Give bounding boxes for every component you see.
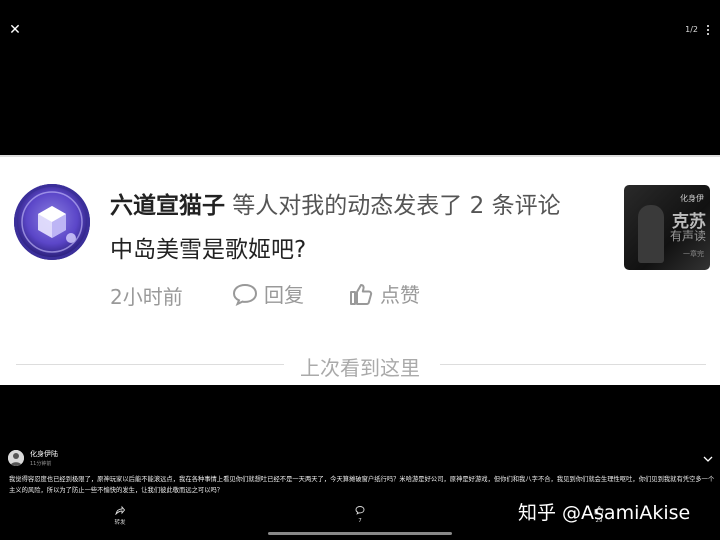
close-button[interactable]: ✕ <box>6 21 24 39</box>
more-options-button[interactable] <box>702 21 714 39</box>
collapse-button[interactable] <box>702 450 714 462</box>
post-body: 我觉得容忍度也已经到极限了，原神玩家以后能不能滚远点，我在各种事情上看见你们就想… <box>9 476 715 494</box>
last-seen-label: 上次看到这里 <box>300 356 420 380</box>
comment-count: 7 <box>358 518 362 524</box>
post-thumbnail[interactable]: 化身伊 克苏 有声读 一章完 <box>624 185 710 270</box>
share-label: 转发 <box>114 520 126 526</box>
notification-comment[interactable]: 中岛美雪是歌姬吧? <box>110 230 306 264</box>
figure-silhouette <box>638 205 664 263</box>
share-button[interactable]: 转发 <box>112 505 128 526</box>
author-avatar[interactable] <box>8 450 24 466</box>
comment-bubble-icon <box>232 283 258 306</box>
author-name[interactable]: 化身伊陆 <box>30 449 58 459</box>
comment-button[interactable]: 7 <box>352 505 368 524</box>
home-indicator[interactable] <box>268 532 452 535</box>
share-icon <box>112 505 128 518</box>
comment-icon <box>352 505 368 518</box>
reply-button[interactable]: 回复 <box>232 279 304 308</box>
watermark: 知乎 @AsamiAkise <box>518 502 691 524</box>
thumbnail-caption: 一章完 <box>683 250 704 258</box>
notification-user-name[interactable]: 六道宣猫子 <box>110 193 225 219</box>
thumbnail-text: 化身伊 <box>680 194 704 203</box>
notification-time: 2小时前 <box>110 285 183 309</box>
chevron-down-icon <box>703 456 713 462</box>
thumbs-up-icon <box>350 283 373 305</box>
more-vertical-icon <box>707 25 709 27</box>
like-button[interactable]: 点赞 <box>348 279 420 308</box>
post-time: 11分钟前 <box>30 461 52 467</box>
close-icon: ✕ <box>9 22 21 38</box>
like-label: 点赞 <box>380 283 420 307</box>
notification-summary: 六道宣猫子 等人对我的动态发表了 2 条评论 <box>110 186 561 220</box>
notification-avatar <box>14 184 90 260</box>
page-counter: 1/2 <box>685 25 698 34</box>
reply-label: 回复 <box>264 283 304 307</box>
thumbnail-subtitle: 有声读 <box>669 229 706 243</box>
notification-action-text: 等人对我的动态发表了 2 条评论 <box>225 193 561 219</box>
